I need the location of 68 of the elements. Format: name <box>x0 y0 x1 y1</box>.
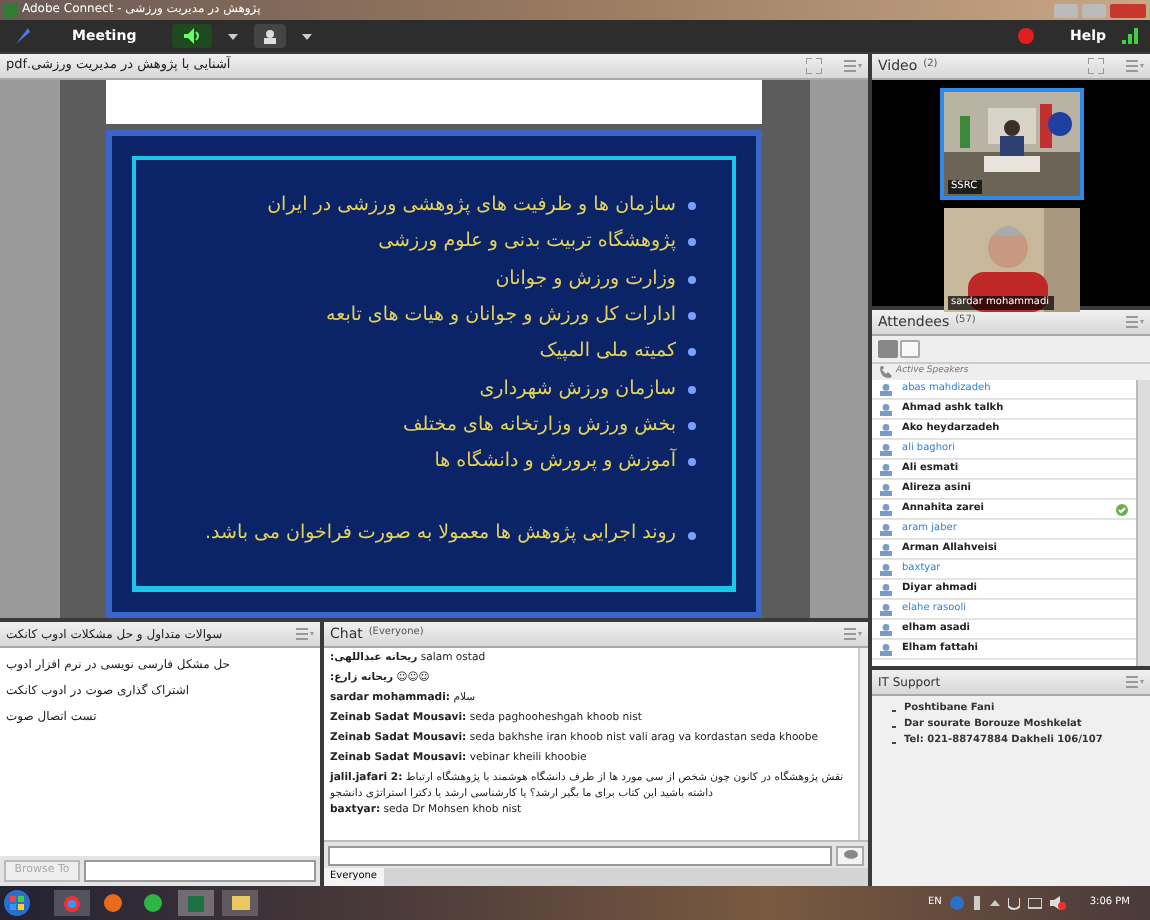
caret-icon[interactable] <box>989 900 1000 906</box>
person-icon <box>880 643 892 655</box>
person-icon <box>262 28 279 44</box>
bullet-icon <box>688 202 696 211</box>
person-icon <box>880 403 892 415</box>
app-icon <box>4 3 18 17</box>
chat-input-field[interactable] <box>328 845 832 865</box>
slide-bullet-text: روند اجرایی پژوهش ها معمولا به صورت فراخوان می باشد. <box>204 520 676 549</box>
person-icon <box>880 583 892 595</box>
menu-icon[interactable] <box>1126 676 1144 688</box>
slide-bullet-text: سازمان ورزش شهرداری <box>479 375 676 403</box>
send-button[interactable] <box>836 845 864 865</box>
menu-icon[interactable] <box>1126 60 1144 72</box>
person-icon <box>880 383 892 395</box>
person-view-button[interactable] <box>900 340 920 358</box>
person-icon <box>880 443 892 455</box>
fullscreen-icon[interactable] <box>1088 58 1104 74</box>
person-icon <box>880 503 892 515</box>
folder-icon <box>231 896 249 910</box>
help-icon[interactable] <box>949 896 964 910</box>
person-icon <box>880 463 892 475</box>
speaker-button[interactable] <box>172 24 213 48</box>
bullet-icon <box>688 458 696 467</box>
folder-taskbar-button[interactable] <box>222 890 258 916</box>
tray-icon[interactable] <box>1007 897 1020 909</box>
bullet-icon <box>688 421 696 430</box>
slide-bullet-text: سازمان ها و ظرفیت های پژوهشی ورزشی در ایران <box>267 192 676 221</box>
speaker-icon <box>183 28 202 44</box>
tray-icon[interactable] <box>971 896 982 910</box>
signal-icon <box>1122 28 1138 44</box>
menu-icon[interactable] <box>296 628 314 640</box>
url-field[interactable] <box>84 860 316 882</box>
network-icon[interactable] <box>1027 897 1042 909</box>
person-icon <box>880 423 892 435</box>
browser-icon <box>64 895 80 911</box>
bullet-icon <box>688 238 696 247</box>
slide-bullet-text: بخش ورزش وزارتخانه های مختلف <box>402 411 676 440</box>
phone-icon <box>880 366 892 378</box>
person-icon <box>880 623 892 635</box>
fullscreen-icon[interactable] <box>806 58 822 74</box>
menu-icon[interactable] <box>844 628 862 640</box>
menu-icon[interactable] <box>844 60 862 72</box>
bullet-icon <box>688 312 696 321</box>
slide-bullet-text: کمیته ملی المپیک <box>539 338 676 367</box>
bullet-icon <box>688 385 696 394</box>
menu-icon[interactable] <box>1126 316 1144 328</box>
person-icon <box>880 603 892 615</box>
slide-bullet-text: پژوهشگاه تربیت بدنی و علوم ورزشی <box>378 228 676 257</box>
slide-bullet-text: آموزش و پرورش و دانشگاه ها <box>434 448 676 477</box>
person-icon <box>880 523 892 535</box>
logo-icon <box>12 26 32 46</box>
browser-taskbar-button[interactable] <box>54 890 90 916</box>
spreadsheet-icon <box>188 895 204 911</box>
person-icon <box>880 483 892 495</box>
person-icon <box>880 543 892 555</box>
close-button[interactable] <box>1110 3 1146 17</box>
bullet-icon <box>688 531 696 539</box>
camera-button[interactable] <box>254 24 287 48</box>
volume-icon[interactable] <box>1049 896 1066 910</box>
slide-bullet-text: وزارت ورزش و جوانان <box>495 265 676 294</box>
caret-icon[interactable] <box>302 33 313 39</box>
bullet-icon <box>688 348 696 357</box>
bullet-icon <box>688 275 696 284</box>
start-button[interactable] <box>4 890 30 916</box>
slide-bullet-text: ادارات کل ورزش و جوانان و هیات های تابعه <box>326 301 676 330</box>
speech-bubble-icon <box>843 850 857 860</box>
caret-icon[interactable] <box>228 33 239 39</box>
person-icon <box>880 563 892 575</box>
